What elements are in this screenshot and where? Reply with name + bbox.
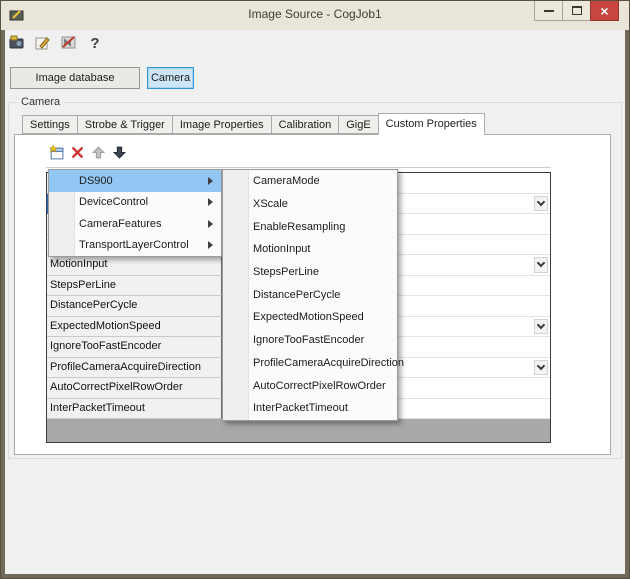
submenu-item[interactable]: EnableResampling <box>223 215 397 238</box>
dropdown-button[interactable] <box>534 360 548 376</box>
menu-item-label: DeviceControl <box>79 196 148 208</box>
submenu-item-label: InterPacketTimeout <box>253 402 348 414</box>
dropdown-button[interactable] <box>534 257 548 273</box>
tab[interactable]: Image Properties <box>172 115 272 134</box>
tab[interactable]: Calibration <box>271 115 340 134</box>
camera-tabs: Settings Strobe & Trigger Image Properti… <box>22 113 485 134</box>
property-name-cell[interactable]: ProfileCameraAcquireDirection <box>47 358 222 379</box>
property-name-cell[interactable]: AutoCorrectPixelRowOrder <box>47 378 222 399</box>
submenu-item[interactable]: ExpectedMotionSpeed <box>223 306 397 329</box>
submenu-arrow-icon <box>208 177 213 185</box>
delete-property-icon[interactable] <box>69 144 86 161</box>
live-display-icon[interactable] <box>59 33 79 53</box>
property-name-cell[interactable]: IgnoreTooFastEncoder <box>47 337 222 358</box>
maximize-icon <box>572 6 582 15</box>
submenu-item[interactable]: IgnoreTooFastEncoder <box>223 329 397 352</box>
move-up-icon[interactable] <box>90 144 107 161</box>
camera-group-label: Camera <box>17 96 64 108</box>
main-toolbar: ? <box>7 33 105 53</box>
submenu-item[interactable]: CameraMode <box>223 170 397 193</box>
help-icon[interactable]: ? <box>85 33 105 53</box>
submenu-item-label: EnableResampling <box>253 221 345 233</box>
property-name-cell[interactable]: ExpectedMotionSpeed <box>47 317 222 338</box>
client-area: ? Image database Camera Camera Settings … <box>5 30 625 574</box>
submenu-item-label: ExpectedMotionSpeed <box>253 311 364 323</box>
submenu-item-label: MotionInput <box>253 243 310 255</box>
property-name-cell[interactable]: MotionInput <box>47 255 222 276</box>
submenu-item[interactable]: MotionInput <box>223 238 397 261</box>
submenu-item[interactable]: DistancePerCycle <box>223 283 397 306</box>
menu-item-label: TransportLayerControl <box>79 239 189 251</box>
context-menu-item[interactable]: DeviceControl <box>49 192 221 214</box>
image-database-button[interactable]: Image database <box>10 67 140 89</box>
menu-item-label: DS900 <box>79 175 113 187</box>
chevron-down-icon <box>537 321 545 329</box>
chevron-down-icon <box>537 259 545 267</box>
titlebar[interactable]: Image Source - CogJob1 × <box>1 1 629 30</box>
camera-button[interactable]: Camera <box>147 67 194 89</box>
tab[interactable]: GigE <box>338 115 378 134</box>
submenu-arrow-icon <box>208 198 213 206</box>
submenu-item-label: AutoCorrectPixelRowOrder <box>253 380 386 392</box>
close-icon: × <box>600 4 608 18</box>
minimize-button[interactable] <box>534 1 563 21</box>
move-down-icon[interactable] <box>111 144 128 161</box>
ds900-submenu: CameraMode XScale EnableResampling Motio… <box>222 169 398 421</box>
submenu-item-label: IgnoreTooFastEncoder <box>253 334 364 346</box>
acquire-image-icon[interactable] <box>7 33 27 53</box>
submenu-item[interactable]: AutoCorrectPixelRowOrder <box>223 374 397 397</box>
property-name-cell[interactable]: StepsPerLine <box>47 276 222 297</box>
chevron-down-icon <box>537 198 545 206</box>
chevron-down-icon <box>537 362 545 370</box>
property-context-menu: DS900 DeviceControl CameraFeatures Trans… <box>48 169 222 257</box>
submenu-item-label: DistancePerCycle <box>253 289 340 301</box>
minimize-icon <box>544 10 554 12</box>
submenu-item[interactable]: XScale <box>223 193 397 216</box>
tab[interactable]: Custom Properties <box>378 113 485 135</box>
submenu-item[interactable]: ProfileCameraAcquireDirection <box>223 352 397 375</box>
custom-properties-toolbar <box>48 144 128 161</box>
context-menu-item[interactable]: TransportLayerControl <box>49 235 221 257</box>
add-property-icon[interactable] <box>48 144 65 161</box>
context-menu-item[interactable]: CameraFeatures <box>49 213 221 235</box>
submenu-arrow-icon <box>208 220 213 228</box>
submenu-item[interactable]: StepsPerLine <box>223 261 397 284</box>
submenu-item-label: ProfileCameraAcquireDirection <box>253 357 404 369</box>
submenu-arrow-icon <box>208 241 213 249</box>
submenu-item-label: StepsPerLine <box>253 266 319 278</box>
tab[interactable]: Strobe & Trigger <box>77 115 173 134</box>
context-menu-item[interactable]: DS900 <box>49 170 221 192</box>
image-source-window: Image Source - CogJob1 × <box>0 0 630 579</box>
property-name-cell[interactable]: DistancePerCycle <box>47 296 222 317</box>
property-name-cell[interactable]: InterPacketTimeout <box>47 399 222 420</box>
submenu-item-label: CameraMode <box>253 175 320 187</box>
submenu-item-label: XScale <box>253 198 288 210</box>
menu-item-label: CameraFeatures <box>79 218 162 230</box>
dropdown-button[interactable] <box>534 196 548 212</box>
submenu-item[interactable]: InterPacketTimeout <box>223 397 397 420</box>
toolbar-separator <box>46 167 551 168</box>
close-button[interactable]: × <box>590 1 619 21</box>
dropdown-button[interactable] <box>534 319 548 335</box>
setup-pen-icon[interactable] <box>33 33 53 53</box>
window-controls: × <box>535 1 619 21</box>
maximize-button[interactable] <box>562 1 591 21</box>
tab[interactable]: Settings <box>22 115 78 134</box>
